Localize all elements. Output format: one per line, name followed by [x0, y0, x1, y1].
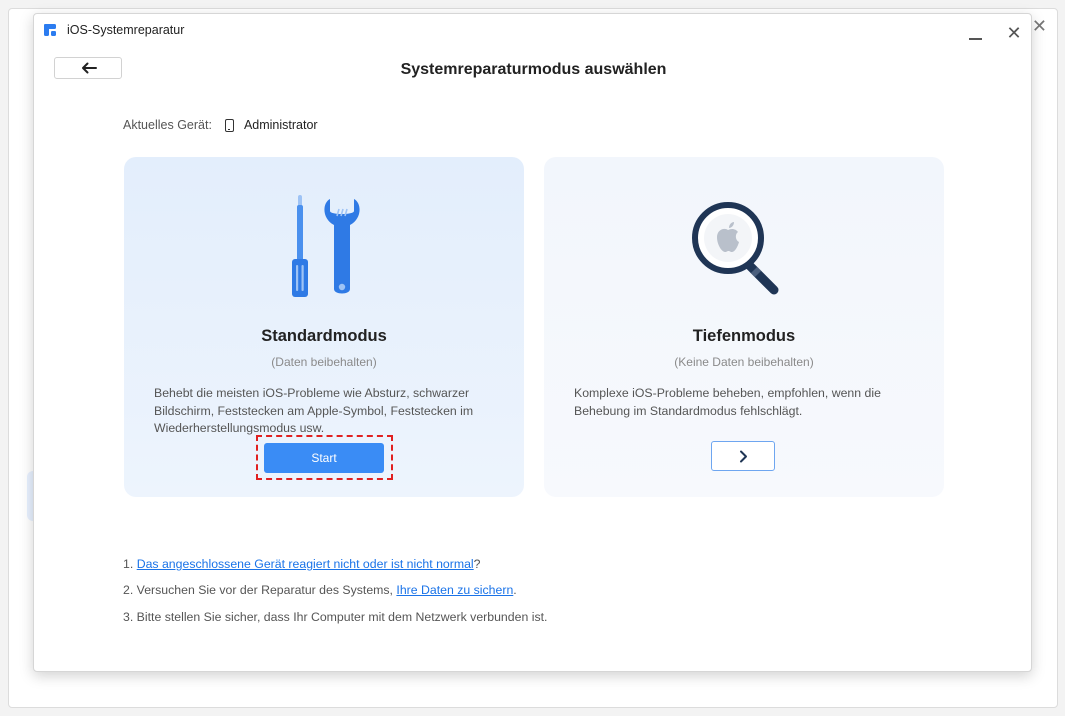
tip-3: 3. Bitte stellen Sie sicher, dass Ihr Co… — [123, 610, 548, 624]
device-unresponsive-link[interactable]: Das angeschlossene Gerät reagiert nicht … — [137, 557, 474, 571]
standard-mode-subtitle: (Daten beibehalten) — [271, 355, 377, 369]
deep-mode-description: Komplexe iOS-Probleme beheben, empfohlen… — [574, 386, 881, 418]
minimize-icon — [969, 38, 982, 40]
backup-data-link[interactable]: Ihre Daten zu sichern — [396, 583, 513, 597]
page-title: Systemreparaturmodus auswählen — [400, 61, 667, 78]
phone-icon — [224, 118, 234, 132]
app-logo-icon — [44, 24, 56, 36]
tip-1-prefix: 1. — [123, 557, 137, 571]
tools-icon — [292, 195, 360, 297]
chevron-right-icon — [740, 450, 747, 463]
start-button[interactable]: Start — [264, 443, 384, 473]
close-icon: ✕ — [1006, 23, 1022, 43]
app-title: iOS-Systemreparatur — [67, 23, 185, 37]
deep-mode-title: Tiefenmodus — [692, 327, 796, 345]
background-close-icon[interactable]: ✕ — [1032, 17, 1047, 35]
deep-mode-next-button[interactable] — [711, 441, 775, 471]
tip-2: 2. Versuchen Sie vor der Reparatur des S… — [123, 582, 517, 598]
current-device-row: Aktuelles Gerät: Administrator — [123, 117, 318, 133]
magnifier-apple-icon — [692, 202, 779, 295]
tip-2-prefix: 2. Versuchen Sie vor der Reparatur des S… — [123, 583, 397, 597]
deep-mode-subtitle: (Keine Daten beibehalten) — [674, 355, 814, 369]
standard-mode-card[interactable]: Standardmodus (Daten beibehalten) Behebt… — [124, 157, 524, 497]
deep-mode-card[interactable]: Tiefenmodus (Keine Daten beibehalten) Ko… — [544, 157, 944, 497]
system-repair-dialog: iOS-Systemreparatur ✕ Systemreparaturmod… — [33, 13, 1032, 672]
device-label: Aktuelles Gerät: — [123, 118, 212, 132]
close-button[interactable]: ✕ — [1004, 23, 1024, 43]
tip-1-suffix: ? — [473, 557, 481, 571]
standard-mode-title: Standardmodus — [261, 327, 387, 345]
device-name: Administrator — [243, 118, 318, 132]
minimize-button[interactable] — [965, 26, 985, 46]
tip-2-suffix: . — [513, 583, 517, 597]
tip-1: 1. Das angeschlossene Gerät reagiert nic… — [123, 556, 481, 572]
standard-mode-description: Behebt die meisten iOS-Probleme wie Abst… — [154, 386, 474, 435]
